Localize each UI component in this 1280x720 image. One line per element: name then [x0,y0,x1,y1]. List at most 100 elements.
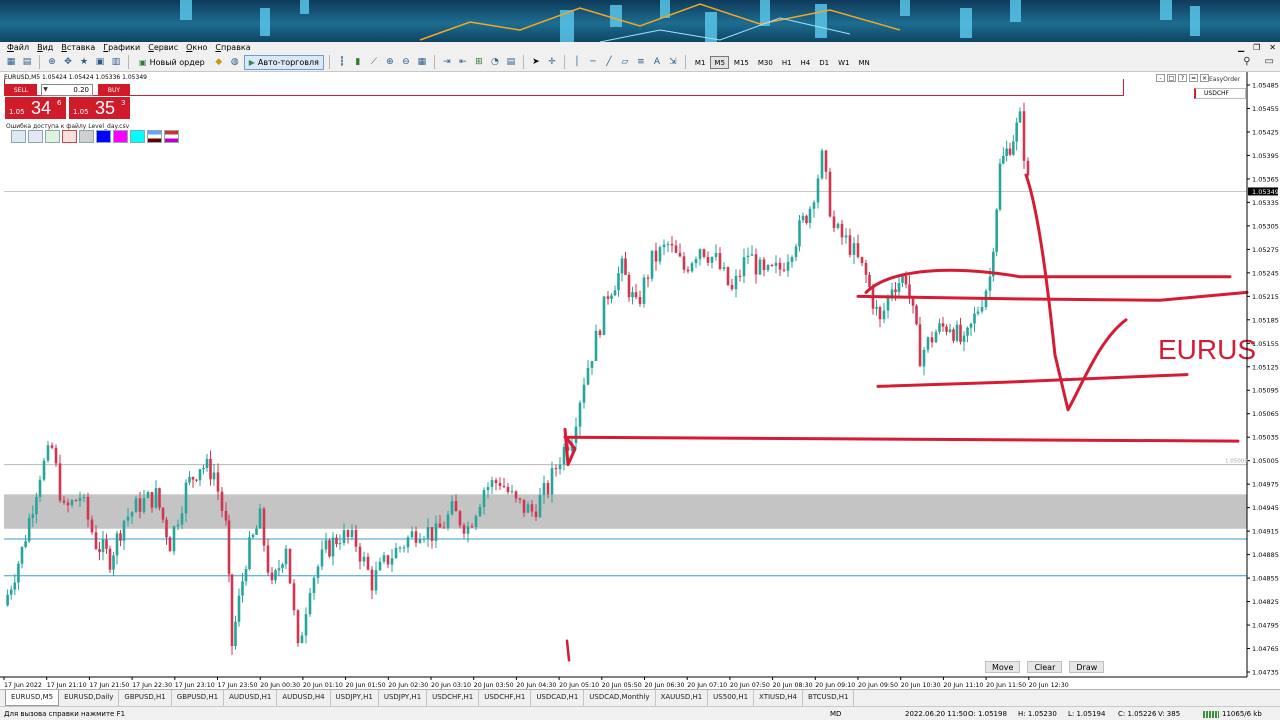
sell-button[interactable]: SELL [5,84,37,96]
candlestick-icon[interactable]: ▮ [351,55,365,69]
swatch-line-style-2[interactable] [164,130,179,143]
toolbar-divider [433,55,435,69]
swatch-light-blue[interactable] [11,130,26,143]
swatch-gray[interactable] [79,130,94,143]
chart-tab[interactable]: US500,H1 [708,690,755,706]
arrows-icon[interactable]: ⇲ [666,55,680,69]
periods-icon[interactable]: ◔ [488,55,502,69]
timeframe-h1[interactable]: H1 [778,56,796,69]
timeframe-m1[interactable]: M1 [691,56,710,69]
swatch-cyan[interactable] [130,130,145,143]
chart-window[interactable]: EURUS 1.05485 1.05455 1.05425 1.05395 1.05365… [0,72,1280,689]
time-tick-label: 20 Jun 09:10 [815,682,855,689]
buy-button[interactable]: BUY [98,84,130,96]
data-window-icon[interactable]: ✥ [61,55,75,69]
chat-icon[interactable]: ▭ [1265,56,1274,67]
menu-file[interactable]: Файл [3,42,33,53]
menu-tools[interactable]: Сервис [144,42,182,53]
menu-charts[interactable]: Графики [99,42,144,53]
chart-tab[interactable]: XAUUSD,H1 [656,690,709,706]
zoom-out-icon[interactable]: ⊖ [399,55,413,69]
search-icon[interactable]: ⚲ [1243,56,1250,67]
lot-down-arrow-icon[interactable]: ▼ [41,85,50,95]
signals-icon[interactable]: ◍ [228,55,242,69]
swatch-magenta[interactable] [113,130,128,143]
templates-icon[interactable]: ▤ [504,55,518,69]
terminal-icon[interactable]: ▣ [93,55,107,69]
chart-tab[interactable]: USDJPY,H1 [379,690,428,706]
menu-view[interactable]: Вид [33,42,57,53]
draw-button[interactable]: Draw [1069,661,1105,673]
swatch-lavender[interactable] [28,130,43,143]
timeframe-m30[interactable]: M30 [754,56,777,69]
candle-body [934,331,938,343]
profiles-icon[interactable]: ▤ [20,55,34,69]
strategy-tester-icon[interactable]: ▥ [109,55,123,69]
bar-chart-icon[interactable]: ┇ [335,55,349,69]
swatch-light-green[interactable] [45,130,60,143]
minimize-icon[interactable]: ▁ [1238,42,1244,53]
text-tool-icon[interactable]: A [650,55,664,69]
widget-settings-icon[interactable]: = [1189,74,1198,82]
navigator-icon[interactable]: ★ [77,55,91,69]
close-icon[interactable]: ✕ [1269,42,1276,53]
swatch-line-style[interactable] [147,130,162,143]
widget-restore-icon[interactable]: □ [1167,74,1176,82]
chart-tab[interactable]: USDJPY,H1 [331,690,379,706]
trendline-icon[interactable]: ╱ [602,55,616,69]
timeframe-d1[interactable]: D1 [815,56,833,69]
chart-shift-icon[interactable]: ⇤ [456,55,470,69]
chart-tab[interactable]: USDCHF,H1 [479,690,532,706]
widget-minimize-icon[interactable]: - [1156,74,1165,82]
swatch-blue[interactable] [96,130,111,143]
fibonacci-icon[interactable]: ≡ [634,55,648,69]
chart-tab[interactable]: EURUSD,Daily [59,690,120,706]
sell-price[interactable]: 1.05 34 6 [5,97,66,119]
horizontal-line-icon[interactable]: ─ [586,55,600,69]
chart-tab[interactable]: XTIUSD,H4 [754,690,803,706]
zoom-in-icon[interactable]: ⊕ [383,55,397,69]
chart-tab[interactable]: BTCUSD,H1 [803,690,855,706]
menu-insert[interactable]: Вставка [57,42,99,53]
move-button[interactable]: Move [985,661,1021,673]
market-watch-icon[interactable]: ⊕ [45,55,59,69]
chart-tab[interactable]: AUDUSD,H1 [224,690,278,706]
channel-icon[interactable]: ▱ [618,55,632,69]
metaeditor-icon[interactable]: ◆ [212,55,226,69]
chart-tab[interactable]: USDCHF,H1 [427,690,480,706]
menu-help[interactable]: Справка [211,42,254,53]
widget-help-icon[interactable]: ? [1178,74,1187,82]
swatch-light-red[interactable] [62,130,77,143]
chart-tab[interactable]: USDCAD,H1 [531,690,585,706]
timeframe-m15[interactable]: M15 [730,56,753,69]
line-chart-icon[interactable]: ⟋ [367,55,381,69]
buy-price[interactable]: 1.05 35 3 [69,97,130,119]
tile-windows-icon[interactable]: ▦ [415,55,429,69]
restore-icon[interactable]: ❐ [1253,42,1260,53]
clear-button[interactable]: Clear [1027,661,1063,673]
auto-trading-button[interactable]: ▶ Авто-торговля [243,54,324,70]
chart-tab[interactable]: USDCAD,Monthly [584,690,656,706]
timeframe-m5[interactable]: M5 [710,55,729,69]
menu-window[interactable]: Окно [182,42,211,53]
toolbar: ▦ ▤ ⊕ ✥ ★ ▣ ▥ ▣ Новый ордер ◆ ◍ ▶ Авто-т… [0,53,1280,72]
timeframe-mn[interactable]: MN [854,56,873,69]
crosshair-icon[interactable]: ✛ [545,55,559,69]
indicators-icon[interactable]: ⊞ [472,55,486,69]
vertical-line-icon[interactable]: │ [570,55,584,69]
new-chart-icon[interactable]: ▦ [4,55,18,69]
auto-scroll-icon[interactable]: ⇥ [440,55,454,69]
widget-close-icon[interactable]: × [1200,74,1209,82]
new-order-button[interactable]: ▣ Новый ордер [134,55,210,70]
chart-tab[interactable]: GBPUSD,H1 [172,690,225,706]
chart-tab[interactable]: GBPUSD,H1 [119,690,172,706]
timeframe-w1[interactable]: W1 [834,56,853,69]
candle-body [514,491,518,499]
price-tick-label: 1.05125 [1252,363,1279,371]
timeframe-h4[interactable]: H4 [797,56,815,69]
symbol-selector[interactable]: USDCHF [1194,88,1246,99]
chart-tab[interactable]: EURUSD,M5 [5,690,60,706]
chart-tab[interactable]: AUDUSD,H4 [277,690,331,706]
price-chart[interactable]: EURUS 1.05485 1.05455 1.05425 1.05395 1.05365… [0,72,1280,689]
cursor-icon[interactable]: ➤ [529,55,543,69]
